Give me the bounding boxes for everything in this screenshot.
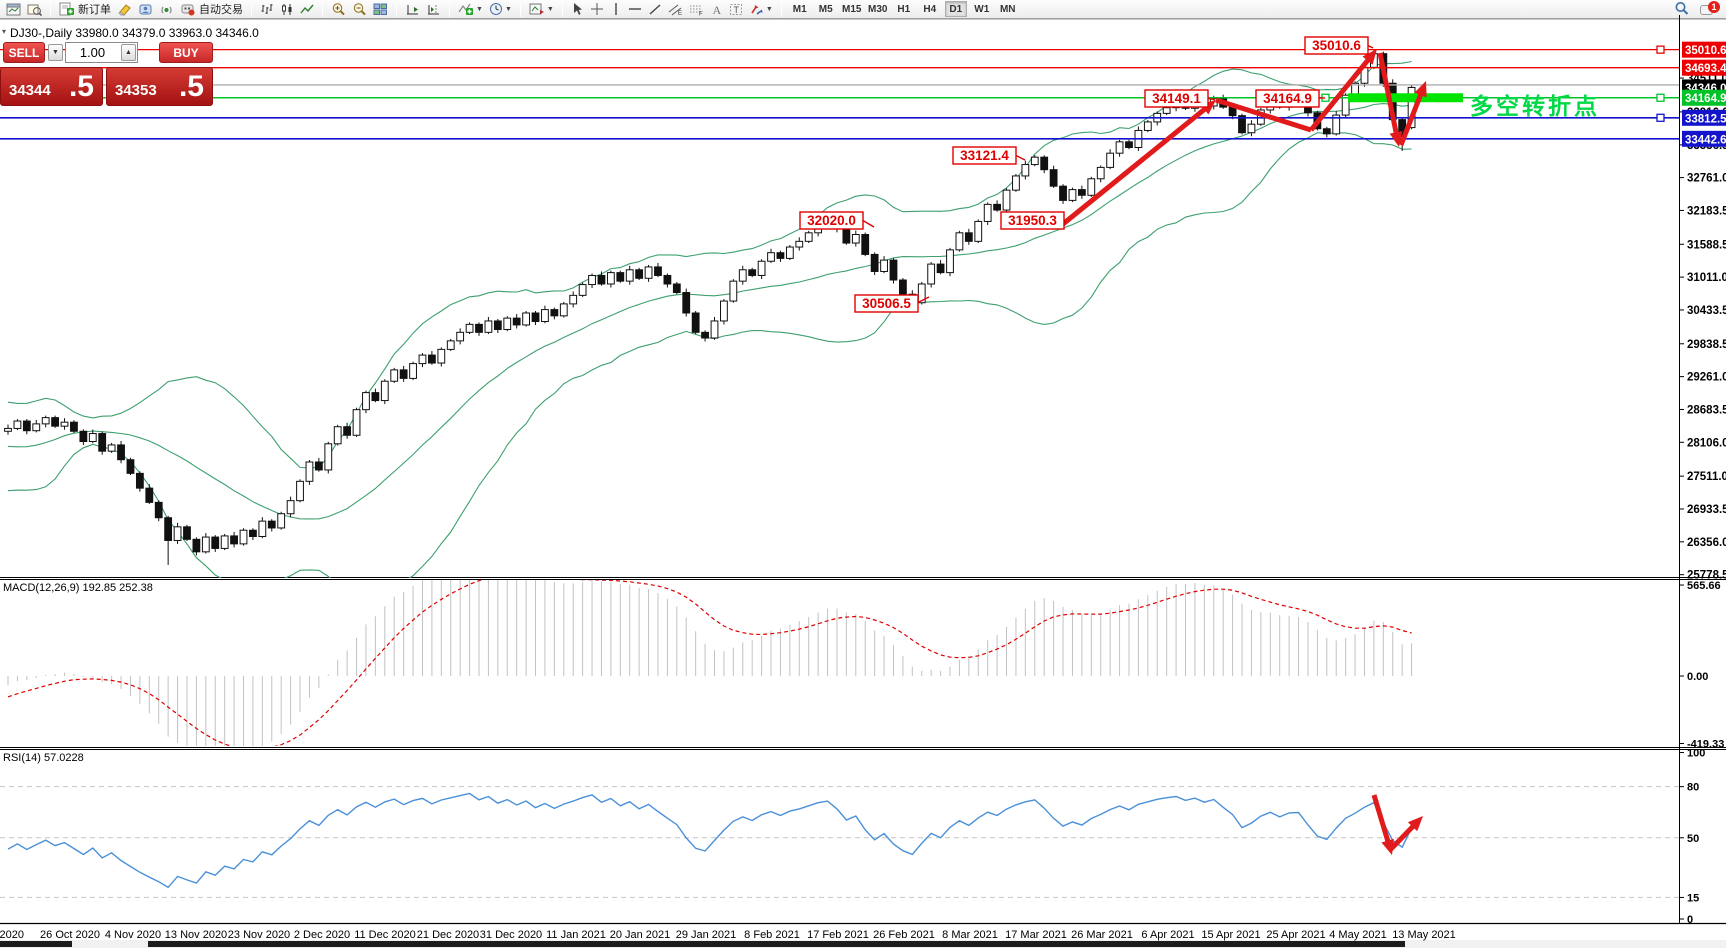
svg-text:31950.3: 31950.3	[1008, 213, 1057, 228]
collapse-panel-icon[interactable]: ▾	[2, 27, 6, 36]
macd-signal-line	[7, 580, 1412, 746]
turning-point-annotation[interactable]: 多空转折点	[1470, 87, 1600, 121]
bollinger-middle-band	[7, 103, 1412, 520]
svg-text:25 Apr 2021: 25 Apr 2021	[1266, 929, 1325, 941]
svg-text:20 Jan 2021: 20 Jan 2021	[610, 929, 671, 941]
svg-text:26 Mar 2021: 26 Mar 2021	[1071, 929, 1133, 941]
svg-text:31588.5: 31588.5	[1687, 239, 1726, 251]
price-annotation-30506.5[interactable]: 30506.5	[854, 294, 930, 313]
svg-text:27511.0: 27511.0	[1687, 471, 1726, 483]
svg-text:565.66: 565.66	[1687, 580, 1721, 592]
price-annotation-33121.4[interactable]: 33121.4	[952, 146, 1026, 165]
svg-text:31011.0: 31011.0	[1687, 272, 1726, 284]
trend-arrow[interactable]	[1061, 103, 1211, 226]
price-annotation-34164.9[interactable]: 34164.9	[1255, 89, 1325, 108]
candlestick-series	[4, 49, 1416, 565]
svg-text:15 Oct 2020: 15 Oct 2020	[0, 929, 24, 941]
macd-pane	[7, 580, 1413, 746]
svg-text:2 Dec 2020: 2 Dec 2020	[294, 929, 350, 941]
svg-text:8 Feb 2021: 8 Feb 2021	[744, 929, 800, 941]
rsi-line	[7, 792, 1413, 889]
price-annotation-35010.6[interactable]: 35010.6	[1304, 36, 1374, 55]
price-annotation-31950.3[interactable]: 31950.3	[1000, 211, 1067, 230]
svg-text:26 Oct 2020: 26 Oct 2020	[40, 929, 100, 941]
bollinger-lower-band	[7, 132, 1412, 578]
svg-text:32761.0: 32761.0	[1687, 173, 1726, 185]
svg-text:29 Jan 2021: 29 Jan 2021	[676, 929, 737, 941]
price-annotation-34149.1[interactable]: 34149.1	[1144, 89, 1216, 108]
svg-text:29261.0: 29261.0	[1687, 372, 1726, 384]
volume-dropdown-button[interactable]: ▼	[48, 44, 63, 61]
sell-button[interactable]: SELL	[3, 42, 45, 63]
svg-text:23 Nov 2020: 23 Nov 2020	[228, 929, 290, 941]
bollinger-upper-band	[7, 60, 1412, 469]
svg-text:26356.0: 26356.0	[1687, 537, 1726, 549]
svg-text:21 Dec 2020: 21 Dec 2020	[417, 929, 479, 941]
bid-decimal: .5	[68, 70, 94, 103]
svg-text:17 Mar 2021: 17 Mar 2021	[1005, 929, 1067, 941]
price-axis: 34511.033916.033336.532761.032183.531588…	[1679, 41, 1726, 926]
svg-text:26 Feb 2021: 26 Feb 2021	[873, 929, 935, 941]
volume-increase-button[interactable]: ▲	[121, 44, 136, 61]
svg-text:13 Nov 2020: 13 Nov 2020	[165, 929, 227, 941]
main-price-pane: 32020.0 30506.5 33121.4 31950.3 34149.1 34164…	[0, 36, 1679, 578]
svg-text:0: 0	[1687, 914, 1693, 926]
svg-text:32020.0: 32020.0	[807, 213, 856, 228]
macd-histogram	[7, 580, 1413, 746]
svg-text:4 Nov 2020: 4 Nov 2020	[105, 929, 161, 941]
svg-text:0.00: 0.00	[1687, 671, 1708, 683]
svg-text:4 May 2021: 4 May 2021	[1329, 929, 1386, 941]
line-handle[interactable]	[1656, 45, 1665, 54]
svg-text:34693.4: 34693.4	[1685, 63, 1726, 75]
svg-text:17 Feb 2021: 17 Feb 2021	[807, 929, 869, 941]
mt4-window: 新订单 自动交易 ▼ ▼ ▼ E F A T ▼ M1 M5 M15 M30 H…	[0, 0, 1726, 948]
svg-text:30506.5: 30506.5	[862, 296, 911, 311]
buy-button[interactable]: BUY	[159, 42, 213, 63]
line-handle[interactable]	[1656, 113, 1665, 122]
macd-label: MACD(12,26,9) 192.85 252.38	[3, 582, 153, 594]
svg-text:34164.9: 34164.9	[1685, 93, 1726, 105]
svg-text:35010.6: 35010.6	[1685, 45, 1726, 57]
ask-decimal: .5	[178, 70, 204, 103]
bid-integer: 34344	[9, 82, 51, 99]
svg-text:32183.5: 32183.5	[1687, 205, 1726, 217]
svg-text:33442.6: 33442.6	[1685, 134, 1726, 146]
svg-text:50: 50	[1687, 833, 1699, 845]
svg-text:34164.9: 34164.9	[1263, 91, 1312, 106]
svg-text:35010.6: 35010.6	[1312, 38, 1361, 53]
rsi-label: RSI(14) 57.0228	[3, 752, 84, 764]
rsi-pane	[0, 786, 1679, 898]
svg-text:30433.5: 30433.5	[1687, 305, 1726, 317]
svg-text:26933.5: 26933.5	[1687, 504, 1726, 516]
ask-price-button[interactable]: 34353 .5	[106, 67, 213, 106]
line-handle[interactable]	[1656, 93, 1665, 102]
time-axis: 15 Oct 2020 26 Oct 2020 4 Nov 2020 13 Nov 2…	[0, 929, 1456, 941]
svg-text:15 Apr 2021: 15 Apr 2021	[1201, 929, 1260, 941]
svg-text:8 Mar 2021: 8 Mar 2021	[942, 929, 998, 941]
svg-text:13 May 2021: 13 May 2021	[1392, 929, 1456, 941]
svg-text:28106.0: 28106.0	[1687, 437, 1726, 449]
chart-title: DJ30-,Daily 33980.0 34379.0 33963.0 3434…	[10, 26, 259, 40]
svg-text:31 Dec 2020: 31 Dec 2020	[480, 929, 542, 941]
svg-text:33121.4: 33121.4	[960, 148, 1009, 163]
svg-text:28683.5: 28683.5	[1687, 404, 1726, 416]
svg-text:29838.5: 29838.5	[1687, 339, 1726, 351]
svg-text:80: 80	[1687, 782, 1699, 794]
svg-text:33812.5: 33812.5	[1685, 113, 1726, 125]
ask-integer: 34353	[115, 82, 157, 99]
svg-text:6 Apr 2021: 6 Apr 2021	[1141, 929, 1194, 941]
svg-text:11 Dec 2020: 11 Dec 2020	[354, 929, 416, 941]
trend-arrow[interactable]	[1371, 794, 1392, 848]
svg-text:11 Jan 2021: 11 Jan 2021	[546, 929, 606, 941]
svg-text:15: 15	[1687, 892, 1699, 904]
price-annotation-32020.0[interactable]: 32020.0	[799, 211, 875, 230]
turning-point-highlight-bar[interactable]	[1348, 93, 1463, 103]
svg-text:34149.1: 34149.1	[1152, 91, 1201, 106]
svg-text:100: 100	[1687, 748, 1705, 760]
chart-area[interactable]: 32020.0 30506.5 33121.4 31950.3 34149.1 34164…	[0, 0, 1726, 948]
bid-price-button[interactable]: 34344 .5	[0, 67, 103, 106]
